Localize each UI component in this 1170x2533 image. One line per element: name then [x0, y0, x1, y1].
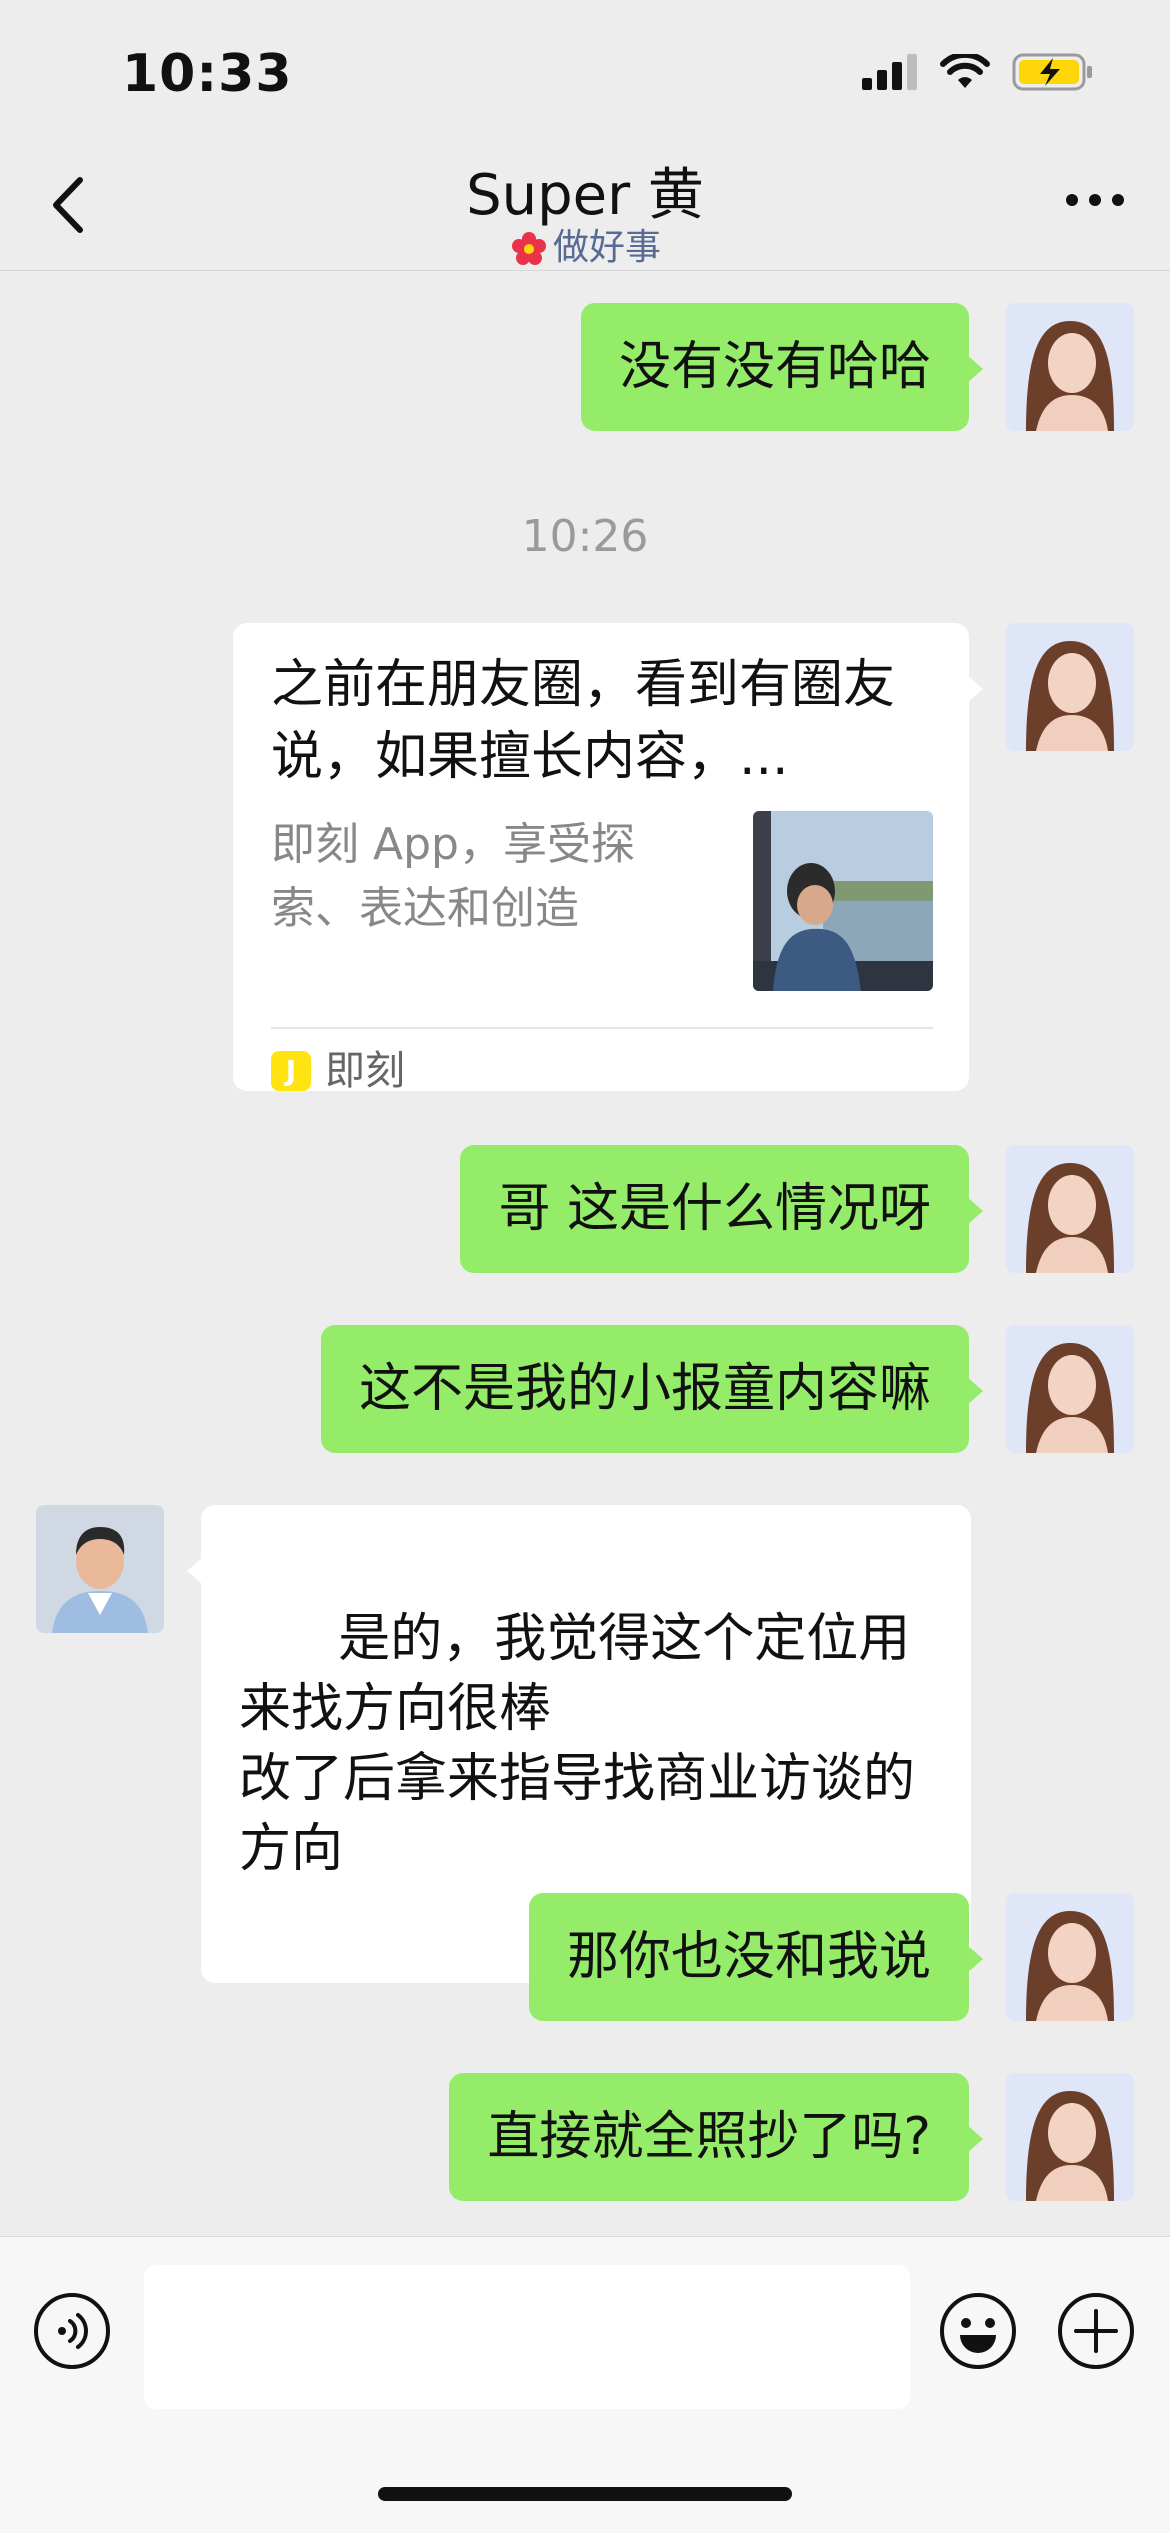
avatar[interactable]: [1006, 1145, 1134, 1273]
status-bar: 10:33: [0, 0, 1170, 150]
message-row: 是的，我觉得这个定位用来找方向很棒 改了后拿来指导找商业访谈的方向: [0, 1505, 1170, 1983]
link-card-description: 即刻 App，享受探索、表达和创造: [271, 819, 635, 934]
emoji-icon[interactable]: [938, 2291, 1018, 2371]
outgoing-message-bubble[interactable]: 这不是我的小报童内容嘛: [320, 1325, 984, 1453]
user-avatar-image: [1006, 623, 1134, 751]
message-row: 那你也没和我说: [0, 1893, 1170, 2023]
message-text: 直接就全照抄了吗?: [487, 2107, 931, 2167]
contact-status-text: 做好事: [552, 227, 661, 268]
link-card-source: J 即刻: [271, 1041, 405, 1101]
user-avatar-image: [1006, 1325, 1134, 1453]
status-icons: [862, 52, 1094, 92]
contact-avatar-image: [36, 1505, 164, 1633]
user-avatar-image: [1006, 2073, 1134, 2201]
avatar[interactable]: [36, 1505, 164, 1633]
message-row: 没有没有哈哈: [0, 303, 1170, 433]
avatar[interactable]: [1006, 1893, 1134, 2021]
divider: [271, 1027, 933, 1029]
link-card-source-name: 即刻: [325, 1048, 405, 1094]
voice-icon[interactable]: [32, 2291, 112, 2371]
chat-header: Super 黄 做好事: [0, 150, 1170, 271]
input-bar: [0, 2236, 1170, 2533]
battery-charging-icon: [1012, 53, 1092, 91]
outgoing-message-bubble[interactable]: 没有没有哈哈: [580, 303, 984, 431]
user-avatar-image: [1006, 1893, 1134, 2021]
link-card[interactable]: 之前在朋友圈，看到有圈友说，如果擅长内容，... 即刻 App，享受探索、表达和…: [233, 623, 983, 1094]
user-avatar-image: [1006, 303, 1134, 431]
avatar[interactable]: [1006, 303, 1134, 431]
outgoing-message-bubble[interactable]: 哥 这是什么情况呀: [460, 1145, 983, 1273]
avatar[interactable]: [1006, 623, 1134, 751]
home-indicator[interactable]: [378, 2487, 792, 2501]
avatar[interactable]: [1006, 2073, 1134, 2201]
plus-circle-icon[interactable]: [1056, 2291, 1136, 2371]
message-text: 没有没有哈哈: [618, 337, 931, 397]
contact-status[interactable]: 做好事: [0, 218, 1170, 270]
message-text: 这不是我的小报童内容嘛: [358, 1359, 931, 1419]
message-row: 之前在朋友圈，看到有圈友说，如果擅长内容，... 即刻 App，享受探索、表达和…: [0, 623, 1170, 1094]
message-input[interactable]: [144, 2265, 910, 2409]
signal-icon: [862, 54, 917, 90]
link-card-thumbnail: [753, 811, 933, 991]
user-avatar-image: [1006, 1145, 1134, 1273]
jike-app-icon: J: [271, 1051, 311, 1091]
message-row: 这不是我的小报童内容嘛: [0, 1325, 1170, 1455]
flower-icon: [511, 232, 546, 265]
message-list[interactable]: 没有没有哈哈 10:26 之前在朋友圈，看到有圈友说，如果擅长内容，... 即刻…: [0, 271, 1170, 2236]
message-text: 哥 这是什么情况呀: [498, 1179, 931, 1239]
wifi-icon: [940, 54, 990, 88]
status-time: 10:33: [122, 44, 293, 104]
message-text: 那你也没和我说: [566, 1927, 931, 1987]
message-text: 是的，我觉得这个定位用来找方向很棒 改了后拿来指导找商业访谈的方向: [239, 1609, 916, 1879]
avatar[interactable]: [1006, 1325, 1134, 1453]
message-row: 哥 这是什么情况呀: [0, 1145, 1170, 1275]
ellipsis-icon[interactable]: [1064, 190, 1126, 210]
outgoing-message-bubble[interactable]: 那你也没和我说: [528, 1893, 984, 2021]
message-row: 直接就全照抄了吗?: [0, 2073, 1170, 2203]
outgoing-message-bubble[interactable]: 直接就全照抄了吗?: [449, 2073, 983, 2201]
link-card-title: 之前在朋友圈，看到有圈友说，如果擅长内容，...: [271, 655, 896, 787]
message-timestamp: 10:26: [521, 511, 649, 562]
